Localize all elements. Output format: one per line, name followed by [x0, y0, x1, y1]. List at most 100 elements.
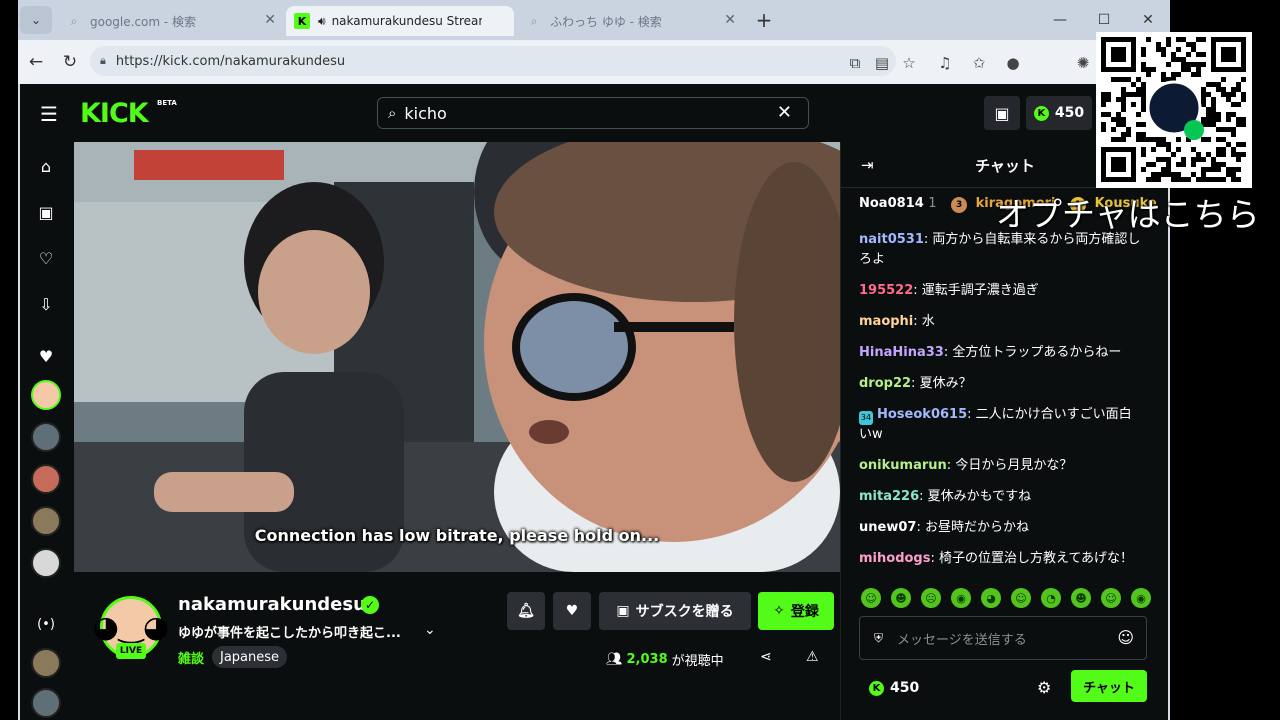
chat-username[interactable]: unew07 — [859, 520, 916, 535]
tab-title: nakamurakundesu Stream - W — [331, 14, 482, 28]
followed-channel-avatar[interactable] — [31, 380, 61, 410]
emote-icon[interactable]: ☹ — [921, 588, 941, 608]
emoji-icon[interactable]: ☺ — [1117, 628, 1134, 647]
clips-icon[interactable]: ⇩ — [34, 292, 58, 316]
speaker-icon[interactable]: 🔊︎ — [318, 14, 326, 29]
chat-settings-gear-icon[interactable]: ⚙ — [1037, 678, 1051, 697]
chat-points[interactable]: K 450 — [869, 680, 919, 696]
favorites-icon[interactable]: ✩ — [968, 52, 990, 74]
tab-kick-stream[interactable]: K 🔊︎ nakamurakundesu Stream - W — [286, 6, 514, 36]
close-icon[interactable]: ✕ — [264, 12, 276, 28]
channel-name[interactable]: nakamurakundesu — [178, 594, 366, 615]
gift-box-icon[interactable]: ▣ — [984, 96, 1020, 130]
back-button[interactable]: ← — [24, 50, 48, 74]
browser-window: ⌄ ⌕ google.com - 検索 ✕ K 🔊︎ nakamurakunde… — [18, 0, 1170, 720]
screen: { "browser": { "tabs": [ {"title": "goog… — [0, 0, 1280, 720]
followed-channel-avatar[interactable] — [31, 422, 61, 452]
emote-icon[interactable]: ☻ — [891, 588, 911, 608]
search-input[interactable]: ⌕ kicho ✕ — [377, 97, 809, 129]
chat-message: drop22: 夏休み？ — [859, 374, 1141, 394]
overlay-caption: オプチャはこちら — [996, 195, 1260, 234]
chat-username[interactable]: Hoseok0615 — [877, 407, 967, 422]
chat-message: mita226: 夏休みかもですね — [859, 487, 1141, 507]
followed-channel-avatar[interactable] — [31, 506, 61, 536]
category-link[interactable]: 雑談 — [178, 648, 204, 667]
chat-messages: nait0531: 両方から自転車来るから両方確認しろよ 195522: 運転手調… — [859, 230, 1141, 580]
shield-icon[interactable]: ⛨ — [874, 631, 883, 646]
notification-bell-button[interactable]: 🔔︎ — [507, 592, 545, 630]
maximize-button[interactable]: ☐ — [1092, 8, 1116, 32]
chat-username[interactable]: mihodogs — [859, 551, 930, 566]
chat-send-button[interactable]: チャット — [1071, 670, 1147, 702]
chat-username[interactable]: maophi — [859, 314, 913, 329]
kick-top-nav: ☰ KICK BETA ⌕ kicho ✕ ▣ K 450 — [20, 84, 1168, 142]
video-frame — [74, 142, 840, 572]
following-heart-icon[interactable]: ♡ — [34, 246, 58, 270]
stream-info: ◕‿◕ LIVE nakamurakundesu ✓ ゆゆが事件を起こしたから叩… — [74, 572, 840, 720]
minimize-button[interactable]: — — [1048, 8, 1072, 32]
followed-channel-avatar[interactable] — [31, 464, 61, 494]
new-tab-button[interactable]: + — [752, 8, 776, 32]
refresh-button[interactable]: ↻ — [58, 50, 82, 74]
chat-username[interactable]: 195522 — [859, 283, 913, 298]
reader-icon[interactable]: ▤ — [871, 52, 893, 74]
follow-heart-button[interactable]: ♥ — [553, 592, 591, 630]
chevron-down-icon[interactable]: ⌄ — [424, 622, 436, 638]
emote-icon[interactable]: ◉ — [951, 588, 971, 608]
kick-logo[interactable]: KICK — [80, 98, 149, 129]
emote-icon[interactable]: ☻ — [1071, 588, 1091, 608]
emote-icon[interactable]: ◔ — [1041, 588, 1061, 608]
emote-icon[interactable]: ☺ — [1011, 588, 1031, 608]
language-tag[interactable]: Japanese — [212, 646, 288, 668]
translate-icon[interactable]: ⧉ — [844, 52, 866, 74]
close-window-button[interactable]: ✕ — [1136, 8, 1160, 32]
browse-icon[interactable]: ▣ — [34, 200, 58, 224]
menu-icon[interactable]: ☰ — [40, 102, 58, 126]
report-icon[interactable]: ⚠ — [806, 649, 819, 665]
subscribe-button[interactable]: ✧ 登録 — [758, 592, 834, 630]
gift-sub-button[interactable]: ▣ サブスクを贈る — [599, 592, 751, 630]
chat-message: nait0531: 両方から自転車来るから両方確認しろよ — [859, 230, 1141, 270]
chat-message: 34 Hoseok0615: 二人にかけ合いすごい面白いw — [859, 405, 1141, 445]
chat-username[interactable]: HinaHina33 — [859, 345, 944, 360]
tab-actions-button[interactable]: ⌄ — [20, 6, 52, 34]
profile-avatar-icon[interactable]: ● — [1002, 52, 1024, 74]
recommended-channel-avatar[interactable] — [31, 688, 61, 718]
chat-username[interactable]: drop22 — [859, 376, 911, 391]
chat-input[interactable]: ⛨ メッセージを送信する ☺ — [859, 616, 1147, 660]
emote-icon[interactable]: ☺ — [861, 588, 881, 608]
recommended-channel-avatar[interactable] — [31, 648, 61, 678]
points-button[interactable]: K 450 — [1026, 96, 1092, 130]
chat-separator: : — [967, 407, 976, 422]
emote-icon[interactable]: ☺ — [1101, 588, 1121, 608]
close-icon[interactable]: ✕ — [724, 12, 736, 28]
emote-icon[interactable]: ◕ — [981, 588, 1001, 608]
video-player[interactable]: Connection has low bitrate, please hold … — [74, 142, 840, 572]
chat-username[interactable]: nait0531 — [859, 232, 924, 247]
tab-title: google.com - 検索 — [90, 14, 197, 29]
viewers-suffix: が視聴中 — [671, 654, 724, 669]
clear-search-icon[interactable]: ✕ — [777, 102, 792, 123]
url-field[interactable]: 🔒︎ https://kick.com/nakamurakundesu — [90, 46, 896, 76]
copilot-icon[interactable]: ✺ — [1072, 52, 1094, 74]
viewers-icon: 👥︎ — [606, 652, 623, 667]
search-icon: ⌕ — [70, 13, 78, 28]
gift-icon: ▣ — [616, 603, 630, 619]
gift-sub-label: サブスクを贈る — [635, 604, 734, 620]
emote-icon[interactable]: ◉ — [1131, 588, 1151, 608]
chat-placeholder: メッセージを送信する — [897, 632, 1027, 648]
kick-page: ☰ KICK BETA ⌕ kicho ✕ ▣ K 450 ⌂ ▣ ♡ ⇩ ♥ — [20, 84, 1169, 720]
gifter-name[interactable]: Noa0814 — [859, 196, 924, 211]
live-badge: LIVE — [116, 643, 146, 659]
home-icon[interactable]: ⌂ — [34, 154, 58, 178]
chat-message: mihodogs: 椅子の位置治し方教えてあげな！ — [859, 549, 1141, 569]
chat-username[interactable]: onikumarun — [859, 458, 947, 473]
favorite-star-icon[interactable]: ☆ — [898, 52, 920, 74]
address-bar-row: ← ↻ 🔒︎ https://kick.com/nakamurakundesu … — [18, 40, 1170, 84]
chat-username[interactable]: mita226 — [859, 489, 919, 504]
followed-channel-avatar[interactable] — [31, 548, 61, 578]
share-icon[interactable]: ⋖ — [760, 649, 772, 665]
media-icon[interactable]: ♫ — [934, 52, 956, 74]
tab-fuwacchi-search[interactable]: ⌕ ふわっち ゆゆ - 検索 ✕ — [518, 6, 744, 36]
tab-google-search[interactable]: ⌕ google.com - 検索 ✕ — [58, 6, 284, 36]
